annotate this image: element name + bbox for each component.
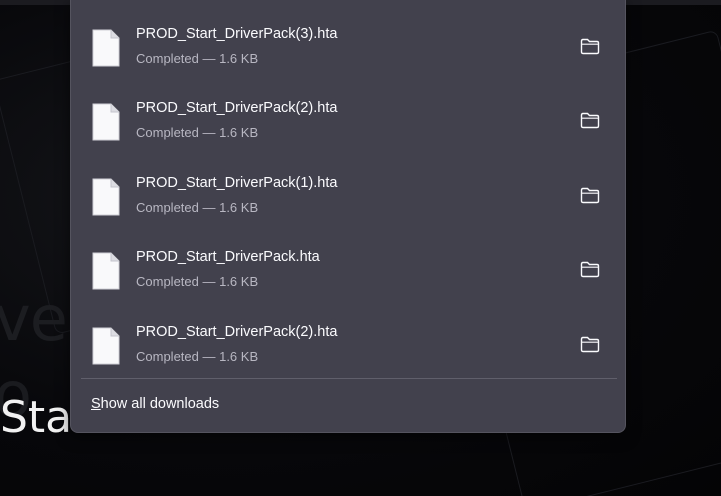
accesskey-letter: S [91, 396, 101, 412]
show-all-downloads-button[interactable]: Show all downloads [91, 396, 219, 412]
file-icon [92, 29, 120, 67]
folder-icon [580, 112, 600, 128]
show-in-folder-button[interactable] [577, 34, 603, 58]
download-filename: PROD_Start_DriverPack(2).hta [136, 100, 338, 116]
download-item[interactable]: PROD_Start_DriverPack(3).hta Completed —… [79, 5, 619, 75]
folder-icon [580, 38, 600, 54]
downloads-panel: PROD_Start_DriverPack(3).hta Completed —… [70, 0, 626, 433]
show-all-downloads-label: how all downloads [100, 396, 220, 412]
footer-divider [81, 378, 617, 379]
show-in-folder-button[interactable] [577, 332, 603, 356]
file-icon [92, 327, 120, 365]
download-item[interactable]: PROD_Start_DriverPack(1).hta Completed —… [79, 154, 619, 224]
download-item[interactable]: PROD_Start_DriverPack(2).hta Completed —… [79, 79, 619, 149]
download-status: Completed — 1.6 KB [136, 200, 259, 215]
file-icon [92, 103, 120, 141]
download-item[interactable]: PROD_Start_DriverPack.hta Completed — 1.… [79, 228, 619, 298]
download-status: Completed — 1.6 KB [136, 125, 259, 140]
download-status: Completed — 1.6 KB [136, 349, 259, 364]
download-filename: PROD_Start_DriverPack(2).hta [136, 324, 338, 340]
folder-icon [580, 187, 600, 203]
download-status: Completed — 1.6 KB [136, 51, 259, 66]
folder-icon [580, 336, 600, 352]
show-in-folder-button[interactable] [577, 183, 603, 207]
download-status: Completed — 1.6 KB [136, 274, 259, 289]
show-in-folder-button[interactable] [577, 108, 603, 132]
download-item[interactable]: PROD_Start_DriverPack(2).hta Completed —… [79, 303, 619, 373]
download-filename: PROD_Start_DriverPack.hta [136, 249, 320, 265]
file-icon [92, 178, 120, 216]
download-filename: PROD_Start_DriverPack(3).hta [136, 26, 338, 42]
file-icon [92, 252, 120, 290]
download-filename: PROD_Start_DriverPack(1).hta [136, 175, 338, 191]
show-in-folder-button[interactable] [577, 257, 603, 281]
folder-icon [580, 261, 600, 277]
